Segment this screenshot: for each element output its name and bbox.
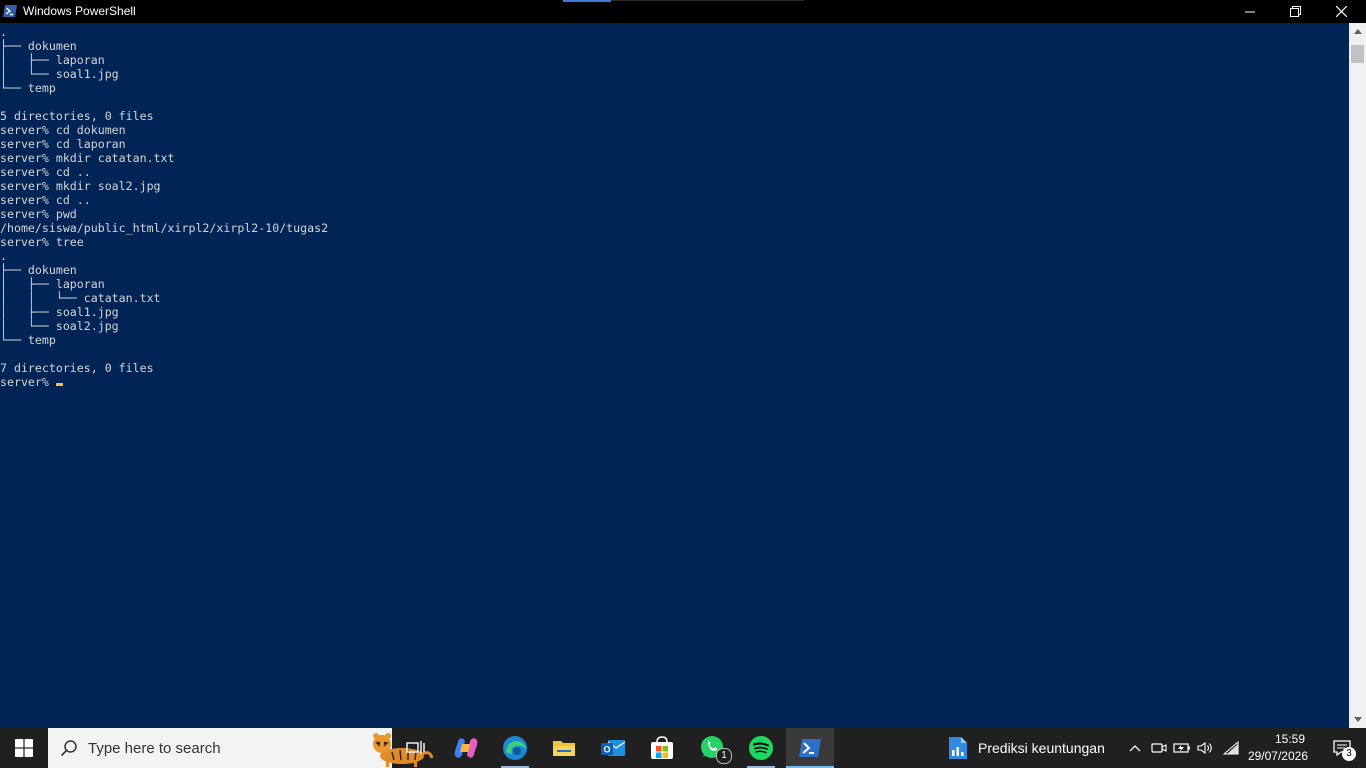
minimize-icon: [1245, 11, 1255, 12]
notification-center-button[interactable]: 3: [1318, 728, 1366, 768]
restore-icon: [1289, 6, 1301, 17]
task-view-icon: [406, 741, 425, 754]
spotify-icon: [749, 736, 773, 760]
scroll-up-button[interactable]: [1349, 23, 1366, 40]
meet-now-button[interactable]: [1148, 728, 1170, 768]
arrow-up-icon: [1353, 29, 1362, 34]
console-line: server% cd laporan: [0, 137, 126, 151]
console-line: server%: [0, 375, 56, 389]
window-title: Windows PowerShell: [23, 4, 136, 18]
console-line: └── temp: [0, 333, 56, 347]
notification-badge: 3: [1342, 747, 1356, 761]
console-line: │ └── soal2.jpg: [0, 319, 119, 333]
edge-button[interactable]: [491, 728, 539, 768]
console-output[interactable]: . ├── dokumen │ ├── laporan │ └── soal1.…: [0, 23, 1349, 728]
taskbar: Type here to search O 1 Prediksi keuntun…: [0, 728, 1366, 768]
whatsapp-button[interactable]: 1: [688, 728, 736, 768]
store-icon: [651, 736, 673, 759]
battery-charging-icon: [1173, 743, 1190, 753]
clock[interactable]: 15:59 29/07/2026: [1240, 731, 1316, 765]
console-line: server% cd dokumen: [0, 123, 126, 137]
console-line: │ │ └── catatan.txt: [0, 291, 161, 305]
console-line: server% mkdir soal2.jpg: [0, 179, 161, 193]
wifi-icon: [1223, 741, 1239, 755]
whatsapp-badge: 1: [716, 748, 732, 764]
title-bar: Windows PowerShell: [0, 0, 1366, 23]
task-view-button[interactable]: [392, 728, 440, 768]
close-button[interactable]: [1318, 0, 1364, 23]
battery-button[interactable]: [1171, 728, 1193, 768]
console-line: server% cd ..: [0, 165, 91, 179]
clock-time: 15:59: [1274, 732, 1305, 746]
console-line: server% cd ..: [0, 193, 91, 207]
start-button[interactable]: [0, 728, 48, 768]
search-placeholder: Type here to search: [88, 740, 221, 757]
news-widget[interactable]: Prediksi keuntungan: [942, 728, 1122, 768]
vertical-scrollbar[interactable]: [1349, 23, 1366, 728]
scroll-thumb[interactable]: [1351, 45, 1364, 63]
document-chart-icon: [949, 737, 967, 759]
console-line: │ ├── soal1.jpg: [0, 305, 119, 319]
search-icon: [60, 740, 77, 757]
camera-icon: [1151, 743, 1167, 753]
console-line: server% mkdir catatan.txt: [0, 151, 175, 165]
console-line: 5 directories, 0 files: [0, 109, 154, 123]
windows-logo-icon: [15, 739, 33, 757]
arrow-down-icon: [1353, 717, 1362, 722]
console-line: .: [0, 25, 7, 39]
minimize-button[interactable]: [1227, 0, 1273, 23]
copilot-button[interactable]: [442, 728, 490, 768]
edge-icon: [503, 736, 527, 760]
powershell-icon: [799, 739, 821, 757]
outlook-button[interactable]: O: [589, 728, 637, 768]
console-line: │ └── soal1.jpg: [0, 67, 119, 81]
show-hidden-icons-button[interactable]: [1124, 728, 1146, 768]
restore-button[interactable]: [1272, 0, 1318, 23]
file-explorer-button[interactable]: [540, 728, 588, 768]
console-line: .: [0, 249, 7, 263]
console-line: server% pwd: [0, 207, 77, 221]
console-line: /home/siswa/public_html/xirpl2/xirpl2-10…: [0, 221, 329, 235]
close-icon: [1335, 6, 1347, 17]
console-line: │ ├── laporan: [0, 53, 105, 67]
powershell-icon: [3, 5, 17, 17]
widget-text: Prediksi keuntungan: [978, 740, 1105, 756]
clock-date: 29/07/2026: [1247, 749, 1308, 763]
chevron-up-icon: [1129, 745, 1141, 752]
powershell-taskbar-button[interactable]: [786, 728, 834, 768]
copilot-icon: [454, 738, 478, 758]
title-accent: [563, 0, 804, 2]
console-line: 7 directories, 0 files: [0, 361, 154, 375]
svg-text:O: O: [603, 745, 610, 755]
console-text: . ├── dokumen │ ├── laporan │ └── soal1.…: [0, 25, 328, 389]
text-cursor: [56, 383, 63, 386]
console-line: ├── dokumen: [0, 263, 77, 277]
network-button[interactable]: [1220, 728, 1242, 768]
speaker-icon: [1197, 741, 1212, 755]
microsoft-store-button[interactable]: [638, 728, 686, 768]
console-line: server% tree: [0, 235, 84, 249]
console-line: └── temp: [0, 81, 56, 95]
scroll-down-button[interactable]: [1349, 711, 1366, 728]
outlook-icon: O: [601, 740, 626, 756]
folder-icon: [553, 741, 575, 756]
volume-button[interactable]: [1195, 728, 1217, 768]
console-line: │ ├── laporan: [0, 277, 105, 291]
taskbar-search-box[interactable]: Type here to search: [48, 728, 434, 768]
spotify-button[interactable]: [737, 728, 785, 768]
console-line: ├── dokumen: [0, 39, 77, 53]
